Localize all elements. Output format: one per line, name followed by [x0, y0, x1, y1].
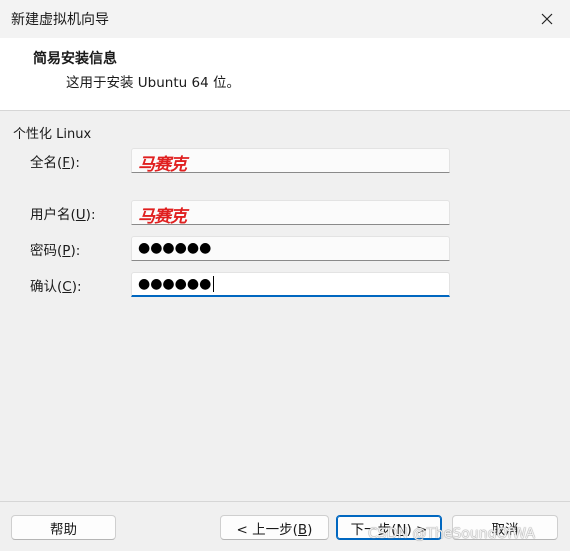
- username-label: 用户名(U):: [30, 203, 96, 223]
- password-label: 密码(P):: [30, 239, 80, 259]
- username-label-key: U: [75, 207, 86, 223]
- username-label-post: ):: [85, 207, 96, 223]
- fullname-label-pre: 全名(: [30, 155, 63, 171]
- confirm-label-pre: 确认(: [30, 279, 63, 295]
- confirm-label: 确认(C):: [30, 275, 82, 295]
- close-icon: [541, 13, 553, 25]
- password-label-post: ):: [70, 243, 81, 259]
- fullname-label: 全名(F):: [30, 151, 80, 171]
- fullname-redacted-value: 马赛克: [138, 155, 187, 175]
- wizard-header: 简易安装信息 这用于安装 Ubuntu 64 位。: [0, 38, 570, 111]
- back-button-label: < 上一步(B): [237, 518, 313, 538]
- confirm-label-post: ):: [71, 279, 82, 295]
- confirm-field[interactable]: ●●●●●●: [131, 272, 450, 297]
- fullname-label-key: F: [62, 155, 71, 171]
- next-button-label: 下一步(N) >: [351, 518, 428, 538]
- next-label-post: ) >: [406, 521, 428, 538]
- window-title: 新建虚拟机向导: [11, 12, 109, 28]
- password-label-pre: 密码(: [30, 243, 63, 259]
- password-field[interactable]: ●●●●●●: [131, 236, 450, 261]
- next-label-key: N: [396, 521, 407, 538]
- text-caret: [213, 276, 215, 292]
- cancel-button[interactable]: 取消: [452, 515, 558, 540]
- close-button[interactable]: [524, 0, 570, 38]
- confirm-label-key: C: [62, 279, 72, 295]
- back-button[interactable]: < 上一步(B): [220, 515, 329, 540]
- confirm-masked-text: ●●●●●●: [138, 276, 212, 292]
- cancel-button-label: 取消: [491, 521, 519, 538]
- footer-divider: [0, 501, 570, 502]
- next-label-pre: 下一步(: [350, 521, 397, 538]
- header-subtitle: 这用于安装 Ubuntu 64 位。: [66, 75, 240, 91]
- fullname-label-post: ):: [70, 155, 80, 171]
- confirm-masked-value: ●●●●●●: [138, 276, 215, 292]
- header-title: 简易安装信息: [33, 51, 117, 67]
- help-button[interactable]: 帮助: [11, 515, 116, 540]
- next-button[interactable]: 下一步(N) >: [336, 515, 442, 540]
- password-masked-value: ●●●●●●: [138, 240, 212, 256]
- username-field[interactable]: 马赛克: [131, 200, 450, 227]
- group-label: 个性化 Linux: [13, 127, 92, 142]
- help-button-label: 帮助: [50, 521, 77, 538]
- fullname-field[interactable]: 马赛克: [131, 148, 450, 175]
- username-label-pre: 用户名(: [30, 207, 76, 223]
- title-bar: 新建虚拟机向导: [0, 0, 570, 38]
- back-label-pre: < 上一步(: [236, 521, 298, 538]
- back-label-post: ): [307, 521, 313, 538]
- back-label-key: B: [297, 521, 308, 538]
- username-redacted-value: 马赛克: [138, 207, 187, 227]
